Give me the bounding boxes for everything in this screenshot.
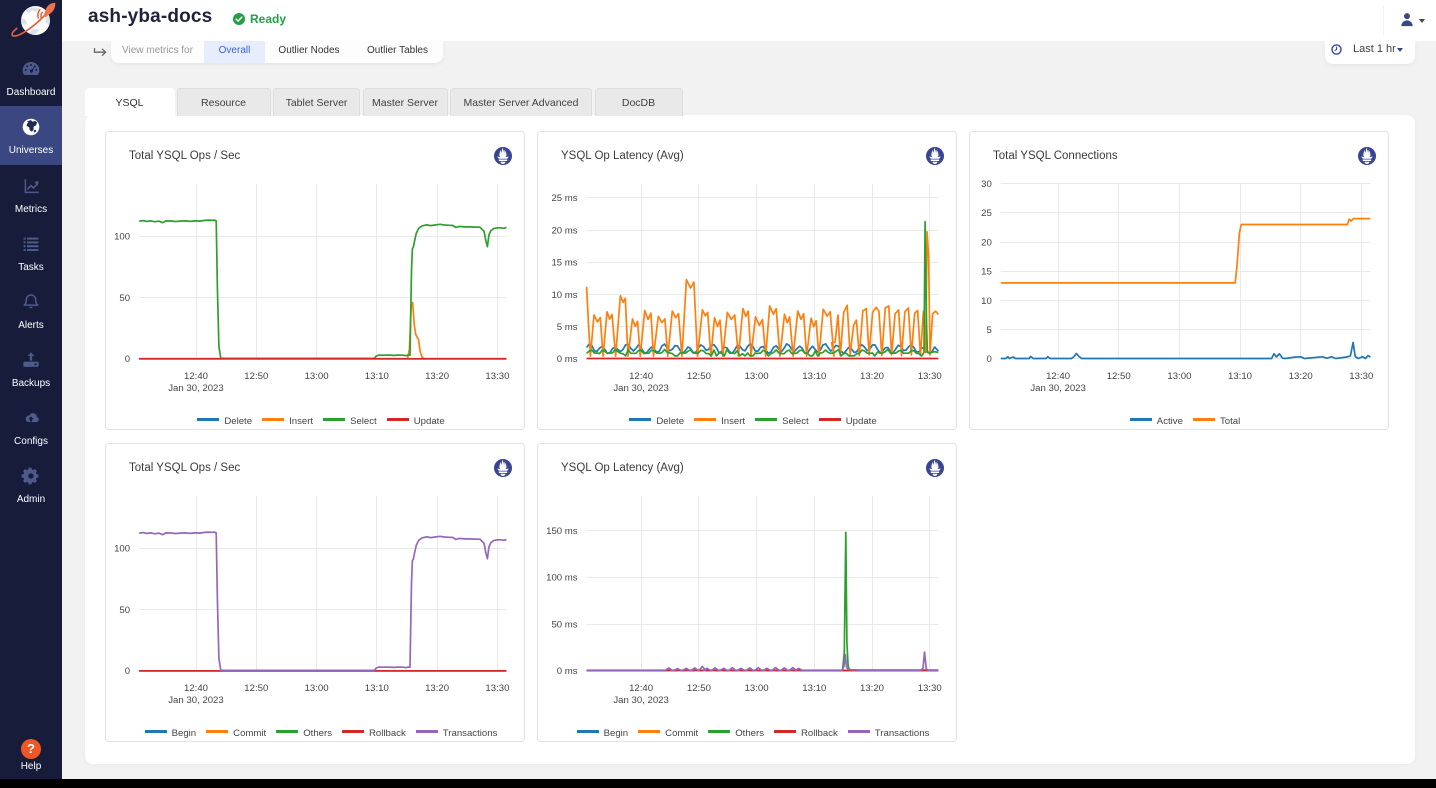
svg-text:100: 100 [114, 232, 130, 243]
svg-text:12:50: 12:50 [244, 683, 268, 694]
svg-text:0: 0 [986, 354, 991, 365]
svg-text:0: 0 [125, 666, 130, 677]
svg-text:Jan 30, 2023: Jan 30, 2023 [168, 695, 223, 706]
svg-text:13:30: 13:30 [485, 683, 509, 694]
svg-text:12:50: 12:50 [687, 371, 711, 382]
svg-text:10 ms: 10 ms [551, 290, 577, 301]
svg-text:13:00: 13:00 [745, 683, 769, 694]
svg-text:5: 5 [986, 325, 991, 336]
svg-text:Jan 30, 2023: Jan 30, 2023 [613, 695, 668, 706]
svg-text:12:50: 12:50 [687, 683, 711, 694]
svg-text:13:00: 13:00 [745, 371, 769, 382]
svg-text:13:10: 13:10 [1228, 371, 1252, 382]
svg-text:10: 10 [981, 296, 992, 307]
svg-text:13:30: 13:30 [1349, 371, 1373, 382]
svg-text:20: 20 [981, 237, 992, 248]
svg-text:25 ms: 25 ms [551, 193, 577, 204]
svg-text:Jan 30, 2023: Jan 30, 2023 [613, 383, 668, 394]
svg-text:Jan 30, 2023: Jan 30, 2023 [1030, 383, 1085, 394]
svg-text:12:40: 12:40 [184, 371, 208, 382]
svg-text:150 ms: 150 ms [546, 526, 578, 537]
svg-text:13:30: 13:30 [485, 371, 509, 382]
svg-text:13:10: 13:10 [802, 371, 826, 382]
svg-text:12:40: 12:40 [629, 371, 653, 382]
svg-text:13:30: 13:30 [918, 371, 942, 382]
svg-text:0 ms: 0 ms [557, 666, 578, 677]
svg-text:50 ms: 50 ms [551, 619, 577, 630]
svg-text:50: 50 [119, 605, 130, 616]
svg-text:13:00: 13:00 [305, 371, 329, 382]
svg-text:30: 30 [981, 179, 992, 190]
svg-text:13:10: 13:10 [365, 371, 389, 382]
svg-text:25: 25 [981, 208, 992, 219]
svg-text:13:20: 13:20 [1289, 371, 1313, 382]
svg-text:100: 100 [114, 544, 130, 555]
svg-text:100 ms: 100 ms [546, 573, 578, 584]
svg-text:20 ms: 20 ms [551, 225, 577, 236]
svg-text:13:00: 13:00 [305, 683, 329, 694]
svg-text:0: 0 [125, 354, 130, 365]
svg-text:50: 50 [119, 293, 130, 304]
svg-text:12:50: 12:50 [244, 371, 268, 382]
svg-text:5 ms: 5 ms [557, 322, 578, 333]
svg-text:12:40: 12:40 [184, 683, 208, 694]
svg-text:13:20: 13:20 [425, 683, 449, 694]
svg-text:12:40: 12:40 [1046, 371, 1070, 382]
svg-text:Jan 30, 2023: Jan 30, 2023 [168, 383, 223, 394]
svg-text:13:20: 13:20 [425, 371, 449, 382]
svg-text:12:50: 12:50 [1107, 371, 1131, 382]
svg-text:12:40: 12:40 [629, 683, 653, 694]
svg-text:15: 15 [981, 267, 992, 278]
svg-text:13:30: 13:30 [918, 683, 942, 694]
svg-text:13:10: 13:10 [802, 683, 826, 694]
svg-text:0 ms: 0 ms [557, 354, 578, 365]
svg-text:13:10: 13:10 [365, 683, 389, 694]
svg-text:15 ms: 15 ms [551, 258, 577, 269]
svg-text:13:20: 13:20 [860, 683, 884, 694]
svg-text:13:20: 13:20 [860, 371, 884, 382]
svg-text:13:00: 13:00 [1167, 371, 1191, 382]
